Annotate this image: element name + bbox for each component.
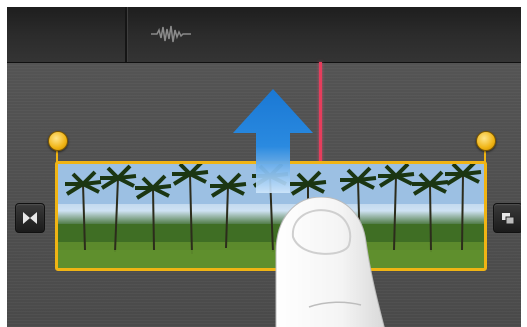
overlap-squares-icon bbox=[502, 213, 515, 225]
transition-bowtie-icon bbox=[23, 212, 37, 224]
finger-icon bbox=[275, 197, 385, 327]
audio-track-header bbox=[7, 7, 521, 63]
right-trim-handle[interactable] bbox=[476, 131, 496, 151]
left-trim-handle[interactable] bbox=[48, 131, 68, 151]
overlay-button[interactable] bbox=[493, 203, 521, 233]
audio-waveform-icon[interactable] bbox=[151, 22, 191, 46]
up-arrow-icon bbox=[233, 89, 313, 193]
screenshot-frame bbox=[0, 0, 527, 327]
timeline-area[interactable] bbox=[7, 7, 521, 327]
transition-button[interactable] bbox=[15, 203, 45, 233]
header-divider bbox=[125, 7, 128, 62]
